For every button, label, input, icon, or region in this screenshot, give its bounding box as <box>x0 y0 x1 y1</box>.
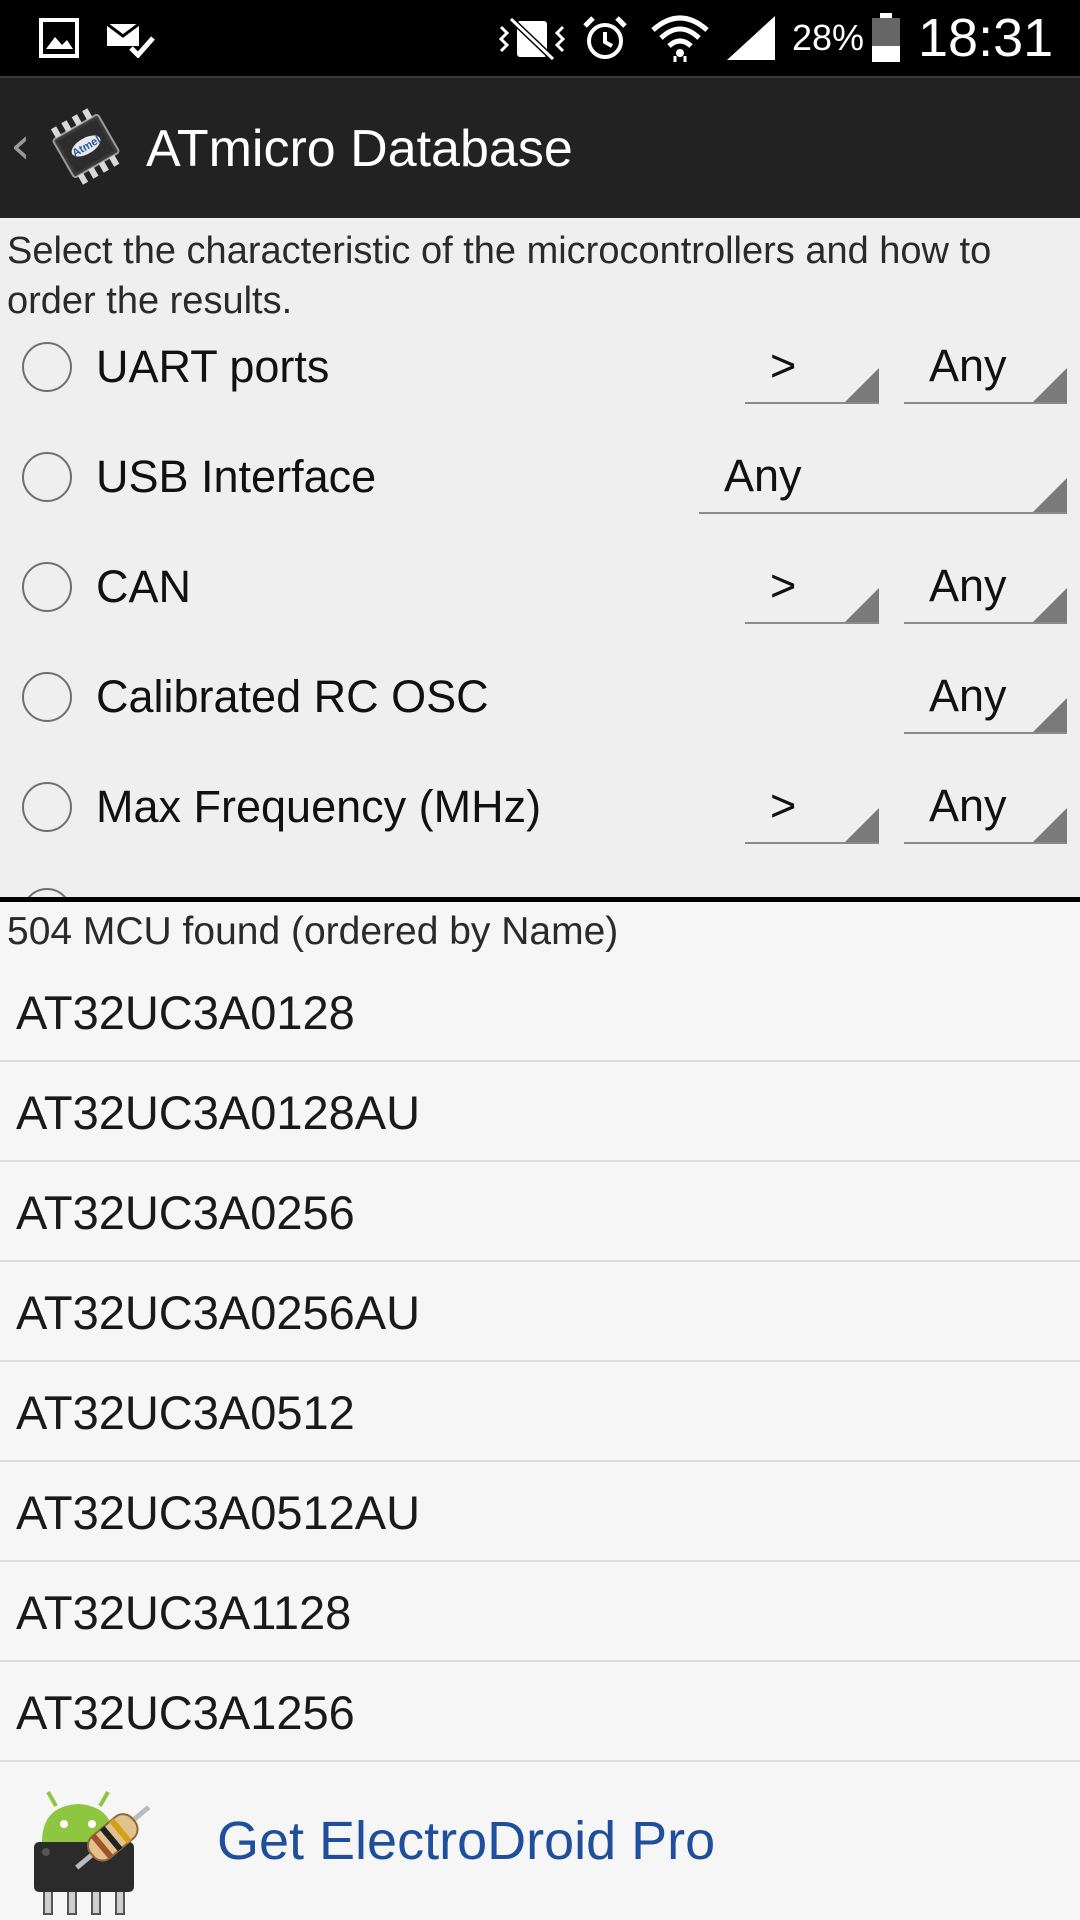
list-item[interactable]: AT32UC3A0256 <box>0 1162 1080 1262</box>
value-spinner-uart-ports[interactable]: Any <box>904 330 1067 404</box>
filter-row-uart-ports: UART ports > Any <box>0 312 1080 422</box>
operator-spinner-uart-ports[interactable]: > <box>745 330 879 404</box>
value-spinner-can[interactable]: Any <box>904 550 1067 624</box>
battery-icon <box>868 13 904 62</box>
dropdown-arrow-icon <box>1033 808 1067 842</box>
mail-done-icon <box>104 14 158 62</box>
filter-row-calibrated-rc-osc: Calibrated RC OSC Any <box>0 642 1080 752</box>
filter-label: Calibrated RC OSC <box>96 671 489 722</box>
spinner-value: > <box>770 780 797 831</box>
spinner-value: Any <box>929 340 1007 391</box>
mcu-name: AT32UC3A1128 <box>16 1585 352 1639</box>
spinner-value: > <box>770 340 797 391</box>
value-spinner-max-frequency[interactable]: Any <box>904 770 1067 844</box>
mcu-name: AT32UC3A0128 <box>16 985 355 1039</box>
filter-panel[interactable]: Select the characteristic of the microco… <box>0 218 1080 898</box>
dropdown-arrow-icon <box>1033 368 1067 402</box>
instructions-text: Select the characteristic of the microco… <box>7 230 992 322</box>
radio-can[interactable] <box>22 562 72 612</box>
electrodroid-icon <box>34 1791 151 1915</box>
mcu-name: AT32UC3A0512 <box>16 1385 355 1439</box>
radio-uart-ports[interactable] <box>22 342 72 392</box>
battery-percent: 28% <box>792 17 865 58</box>
list-item[interactable]: AT32UC3A0256AU <box>0 1262 1080 1362</box>
dropdown-arrow-icon <box>1033 698 1067 732</box>
mcu-name: AT32UC3A0512AU <box>16 1485 421 1539</box>
status-bar: 28% 18:31 <box>0 0 1080 76</box>
list-item[interactable]: AT32UC3A0512AU <box>0 1462 1080 1562</box>
operator-spinner-max-frequency[interactable]: > <box>745 770 879 844</box>
vibrate-icon <box>496 14 568 62</box>
results-list[interactable]: 504 MCU found (ordered by Name) AT32UC3A… <box>0 902 1080 1762</box>
dropdown-arrow-icon <box>1033 478 1067 512</box>
spinner-value: Any <box>929 670 1007 721</box>
wifi-icon <box>650 14 710 62</box>
spinner-value: > <box>770 560 797 611</box>
app-title: ATmicro Database <box>146 120 573 178</box>
list-item[interactable]: AT32UC3A1256 <box>0 1662 1080 1762</box>
list-item[interactable]: AT32UC3A0512 <box>0 1362 1080 1462</box>
clock: 18:31 <box>918 8 1054 68</box>
list-item[interactable]: AT32UC3A0128AU <box>0 1062 1080 1162</box>
value-spinner-usb-interface[interactable]: Any <box>699 440 1067 514</box>
dropdown-arrow-icon <box>1033 588 1067 622</box>
signal-icon <box>724 14 778 62</box>
up-button[interactable]: ‹ Atmel <box>0 78 140 220</box>
gallery-icon <box>34 14 84 62</box>
mcu-name: AT32UC3A0256AU <box>16 1285 421 1339</box>
value-spinner-calibrated-rc-osc[interactable]: Any <box>904 660 1067 734</box>
operator-spinner-can[interactable]: > <box>745 550 879 624</box>
filter-label: USB Interface <box>96 451 377 502</box>
radio-max-frequency[interactable] <box>22 782 72 832</box>
dropdown-arrow-icon <box>845 588 879 622</box>
filter-row-max-frequency: Max Frequency (MHz) > Any <box>0 752 1080 862</box>
action-bar: ‹ Atmel ATmicro Database <box>0 76 1080 218</box>
spinner-value: Any <box>929 560 1007 611</box>
spinner-value: Any <box>929 780 1007 831</box>
filter-row-usb-interface: USB Interface Any <box>0 422 1080 532</box>
back-chevron-icon: ‹ <box>10 116 31 176</box>
dropdown-arrow-icon <box>845 808 879 842</box>
filter-label: CAN <box>96 561 192 612</box>
promo-banner[interactable]: Get ElectroDroid Pro <box>0 1762 1080 1920</box>
filter-label: UART ports <box>96 341 330 392</box>
list-item[interactable]: AT32UC3A1128 <box>0 1562 1080 1662</box>
radio-usb-interface[interactable] <box>22 452 72 502</box>
mcu-name: AT32UC3A0256 <box>16 1185 355 1239</box>
results-count: 504 MCU found (ordered by Name) <box>7 910 619 953</box>
alarm-icon <box>580 14 630 62</box>
radio-calibrated-rc-osc[interactable] <box>22 672 72 722</box>
spinner-value: Any <box>724 450 802 501</box>
mcu-name: AT32UC3A1256 <box>16 1685 355 1739</box>
list-item[interactable]: AT32UC3A0128 <box>0 962 1080 1062</box>
dropdown-arrow-icon <box>845 368 879 402</box>
promo-link[interactable]: Get ElectroDroid Pro <box>217 1762 715 1920</box>
mcu-name: AT32UC3A0128AU <box>16 1085 421 1139</box>
app-logo-icon: Atmel <box>50 108 120 185</box>
filter-row-can: CAN > Any <box>0 532 1080 642</box>
filter-label: Max Frequency (MHz) <box>96 781 542 832</box>
